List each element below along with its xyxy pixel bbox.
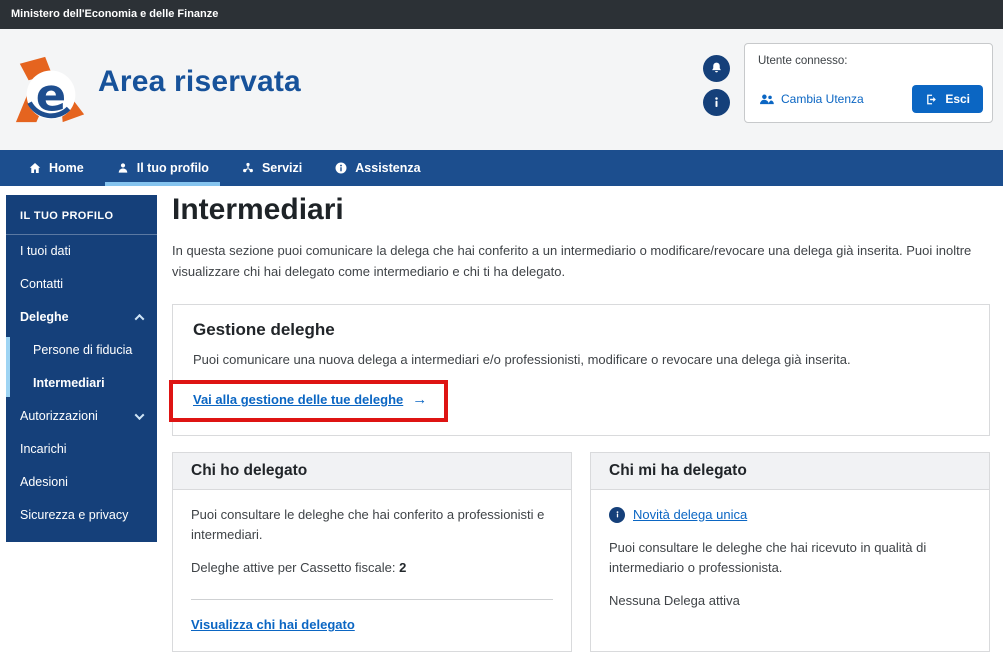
main-navbar: Home Il tuo profilo Servizi Assistenza [0, 150, 1003, 186]
deleghe-attive-count: 2 [399, 560, 406, 575]
sidebar-item-label: Autorizzazioni [20, 409, 98, 424]
user-icon [116, 161, 130, 175]
red-highlight-box: Vai alla gestione delle tue deleghe → [169, 380, 448, 422]
sidebar-item-label: I tuoi dati [20, 244, 71, 259]
page-brand-title: Area riservata [98, 65, 301, 99]
ministry-title: Ministero dell'Economia e delle Finanze [11, 8, 218, 20]
chi-mi-ha-delegato-title: Chi mi ha delegato [591, 453, 989, 490]
deleghe-attive-label: Deleghe attive per Cassetto fiscale: [191, 560, 396, 575]
sidebar-item-label: Incarichi [20, 442, 67, 457]
agenzia-entrate-logo-icon: e [12, 52, 90, 128]
main-content: Intermediari In questa sezione puoi comu… [172, 193, 990, 652]
nav-item-label: Assistenza [355, 161, 420, 175]
sidebar-item-intermediari[interactable]: Intermediari [6, 367, 157, 400]
assistance-icon [334, 161, 348, 175]
sidebar-item-label: Deleghe [20, 310, 69, 325]
chi-mi-ha-delegato-card: Chi mi ha delegato Novità delega unica P… [590, 452, 990, 652]
info-icon [709, 95, 724, 110]
vai-gestione-deleghe-link[interactable]: Vai alla gestione delle tue deleghe [193, 392, 403, 407]
nav-item-label: Servizi [262, 161, 302, 175]
notifications-bell-button[interactable] [703, 55, 730, 82]
home-icon [28, 161, 42, 175]
ministry-ribbon: Ministero dell'Economia e delle Finanze [0, 0, 1003, 29]
nav-item-label: Home [49, 161, 84, 175]
visualizza-delegati-link[interactable]: Visualizza chi hai delegato [191, 617, 355, 632]
content-layout: IL TUO PROFILO I tuoi dati Contatti Dele… [0, 186, 1003, 647]
header-icon-buttons [703, 55, 730, 116]
card-divider [191, 599, 553, 600]
sidebar-item-i-tuoi-dati[interactable]: I tuoi dati [6, 235, 157, 268]
svg-text:e: e [36, 68, 66, 121]
nav-item-il-tuo-profilo[interactable]: Il tuo profilo [100, 150, 225, 186]
sidebar-item-adesioni[interactable]: Adesioni [6, 466, 157, 499]
user-session-box: Utente connesso: Cambia Utenza Esci [744, 43, 993, 123]
sidebar-title: IL TUO PROFILO [6, 195, 157, 235]
chi-ho-delegato-body: Puoi consultare le deleghe che hai confe… [191, 505, 553, 545]
chi-ho-delegato-title: Chi ho delegato [173, 453, 571, 490]
novita-row: Novità delega unica [609, 505, 971, 525]
sidebar-item-contatti[interactable]: Contatti [6, 268, 157, 301]
sidebar-item-deleghe[interactable]: Deleghe [6, 301, 157, 334]
bell-icon [709, 61, 724, 76]
services-icon [241, 161, 255, 175]
sidebar-item-persone-di-fiducia[interactable]: Persone di fiducia [6, 334, 157, 367]
arrow-right-icon: → [412, 391, 427, 408]
change-user-label: Cambia Utenza [781, 92, 864, 106]
logout-label: Esci [945, 92, 970, 106]
chi-mi-ha-delegato-body: Puoi consultare le deleghe che hai ricev… [609, 538, 971, 578]
chi-ho-delegato-card: Chi ho delegato Puoi consultare le deleg… [172, 452, 572, 652]
sidebar-item-label: Persone di fiducia [33, 343, 132, 358]
change-user-link[interactable]: Cambia Utenza [758, 92, 864, 107]
info-button[interactable] [703, 89, 730, 116]
nav-item-servizi[interactable]: Servizi [225, 150, 318, 186]
sidebar-item-label: Contatti [20, 277, 63, 292]
page-intro: In questa sezione puoi comunicare la del… [172, 240, 990, 283]
gestione-deleghe-title: Gestione deleghe [193, 320, 969, 340]
header: e Area riservata Utente connesso: Cambia… [0, 29, 1003, 150]
gestione-deleghe-card: Gestione deleghe Puoi comunicare una nuo… [172, 304, 990, 436]
profile-sidebar: IL TUO PROFILO I tuoi dati Contatti Dele… [6, 195, 157, 542]
chevron-up-icon [135, 314, 145, 324]
sidebar-item-incarichi[interactable]: Incarichi [6, 433, 157, 466]
nav-item-assistenza[interactable]: Assistenza [318, 150, 436, 186]
nessuna-delega-text: Nessuna Delega attiva [609, 591, 971, 611]
delegation-cards-row: Chi ho delegato Puoi consultare le deleg… [172, 452, 990, 652]
sidebar-deleghe-submenu: Persone di fiducia Intermediari [6, 334, 157, 400]
deleghe-attive-line: Deleghe attive per Cassetto fiscale: 2 [191, 558, 553, 578]
logout-button[interactable]: Esci [912, 85, 983, 113]
info-circle-icon [609, 507, 625, 523]
sidebar-item-label: Adesioni [20, 475, 68, 490]
sidebar-item-label: Sicurezza e privacy [20, 508, 128, 523]
card-footer: Visualizza chi hai delegato [191, 591, 553, 635]
logout-icon [925, 93, 938, 106]
user-connected-label: Utente connesso: [758, 55, 979, 67]
nav-item-home[interactable]: Home [12, 150, 100, 186]
novita-delega-unica-link[interactable]: Novità delega unica [633, 505, 747, 525]
page-title: Intermediari [172, 193, 990, 227]
sidebar-item-autorizzazioni[interactable]: Autorizzazioni [6, 400, 157, 433]
sidebar-item-sicurezza-e-privacy[interactable]: Sicurezza e privacy [6, 499, 157, 532]
sidebar-item-label: Intermediari [33, 376, 105, 391]
users-icon [758, 92, 775, 107]
gestione-deleghe-body: Puoi comunicare una nuova delega a inter… [193, 352, 969, 367]
chevron-down-icon [135, 410, 145, 420]
nav-item-label: Il tuo profilo [137, 161, 209, 175]
